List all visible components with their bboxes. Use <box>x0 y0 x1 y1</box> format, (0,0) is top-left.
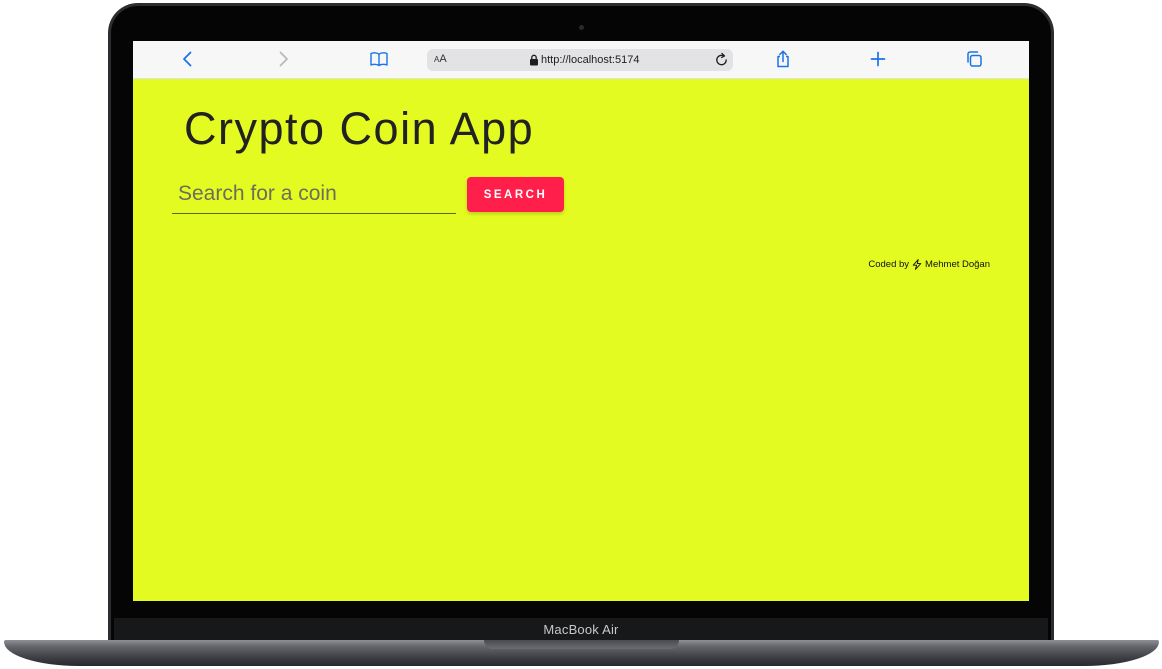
tabs-icon[interactable] <box>964 49 984 69</box>
lightning-bolt-icon <box>912 259 922 270</box>
credit-author: Mehmet Doğan <box>925 259 990 270</box>
search-input[interactable] <box>172 176 456 212</box>
laptop-mockup: AA http://localhost:5174 Crypto Coin App… <box>0 0 1162 669</box>
credit-line: Coded by Mehmet Doğan <box>868 259 990 270</box>
share-icon[interactable] <box>773 49 793 69</box>
text-size-button[interactable]: AA <box>434 53 447 65</box>
search-button[interactable]: SEARCH <box>467 177 564 212</box>
credit-prefix: Coded by <box>868 259 910 270</box>
address-bar[interactable]: AA http://localhost:5174 <box>427 49 733 71</box>
url-text: http://localhost:5174 <box>541 54 640 66</box>
lock-icon <box>530 54 538 66</box>
back-arrow-icon[interactable] <box>178 49 198 69</box>
search-field[interactable] <box>172 176 456 214</box>
device-model-label: MacBook Air <box>543 622 619 637</box>
bookmarks-icon[interactable] <box>369 49 389 69</box>
camera-icon <box>579 25 584 30</box>
laptop-chin: MacBook Air <box>114 618 1048 641</box>
laptop-opening-notch <box>484 640 679 649</box>
browser-window: AA http://localhost:5174 Crypto Coin App… <box>133 41 1029 601</box>
browser-toolbar: AA http://localhost:5174 <box>133 41 1029 79</box>
new-tab-icon[interactable] <box>868 49 888 69</box>
forward-arrow-icon[interactable] <box>273 49 293 69</box>
reload-icon[interactable] <box>714 52 729 67</box>
page-title: Crypto Coin App <box>184 103 535 154</box>
